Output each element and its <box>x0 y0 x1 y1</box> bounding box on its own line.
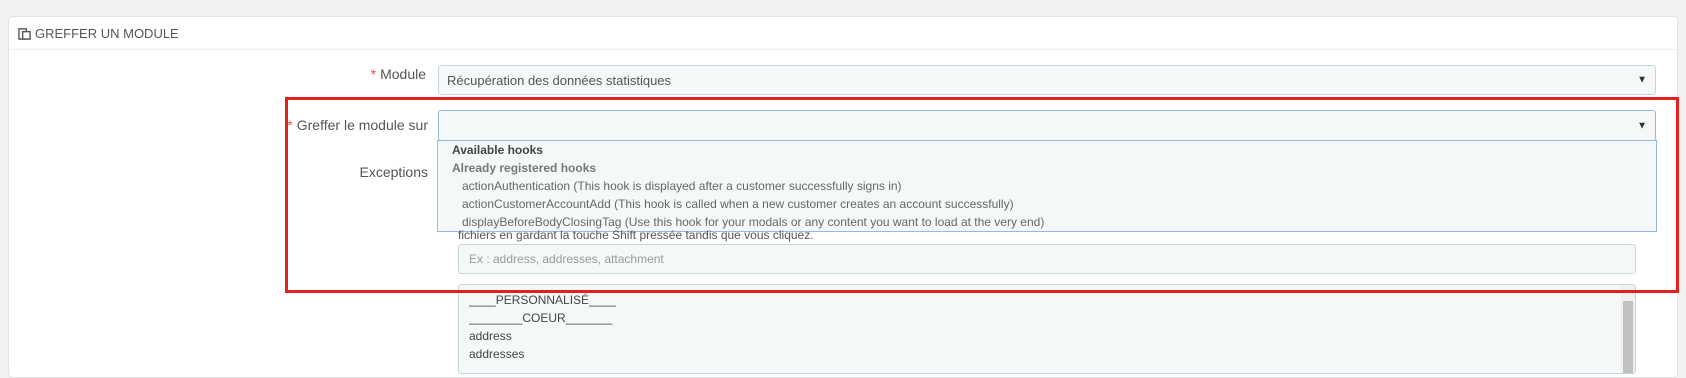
hook-label: * Greffer le module sur <box>287 117 428 133</box>
chevron-down-icon: ▼ <box>1637 74 1647 86</box>
paste-icon <box>18 27 31 40</box>
module-select-value: Récupération des données statistiques <box>447 72 672 88</box>
list-item[interactable]: address <box>459 327 1635 345</box>
exceptions-input-placeholder: Ex : address, addresses, attachment <box>469 252 664 266</box>
required-marker: * <box>287 117 293 133</box>
exceptions-label: Exceptions <box>359 164 428 180</box>
exceptions-hint: fichiers en gardant la touche Shift pres… <box>458 228 814 242</box>
exceptions-input[interactable]: Ex : address, addresses, attachment <box>458 244 1636 274</box>
hook-select[interactable]: ▼ <box>438 110 1656 141</box>
list-item[interactable]: ________COEUR_______ <box>459 309 1635 327</box>
panel-title: GREFFER UN MODULE <box>35 25 179 41</box>
list-item[interactable]: ____PERSONNALISÉ____ <box>459 291 1635 309</box>
hook-dropdown-list[interactable]: Available hooks Already registered hooks… <box>437 140 1657 232</box>
module-select[interactable]: Récupération des données statistiques ▼ <box>438 65 1656 95</box>
exceptions-listbox[interactable]: ____PERSONNALISÉ____ ________COEUR______… <box>458 284 1636 374</box>
scrollbar-thumb[interactable] <box>1623 301 1633 373</box>
panel-heading: GREFFER UN MODULE <box>9 17 1677 50</box>
list-item[interactable]: addresses <box>459 345 1635 363</box>
optgroup-available: Available hooks <box>452 143 543 157</box>
module-label: * Module <box>370 66 426 82</box>
chevron-down-icon: ▼ <box>1637 120 1647 131</box>
hook-option[interactable]: actionCustomerAccountAdd (This hook is c… <box>438 195 1656 213</box>
hook-option[interactable]: actionAuthentication (This hook is displ… <box>438 177 1656 195</box>
required-marker: * <box>370 66 377 82</box>
optgroup-registered: Already registered hooks <box>452 161 597 175</box>
